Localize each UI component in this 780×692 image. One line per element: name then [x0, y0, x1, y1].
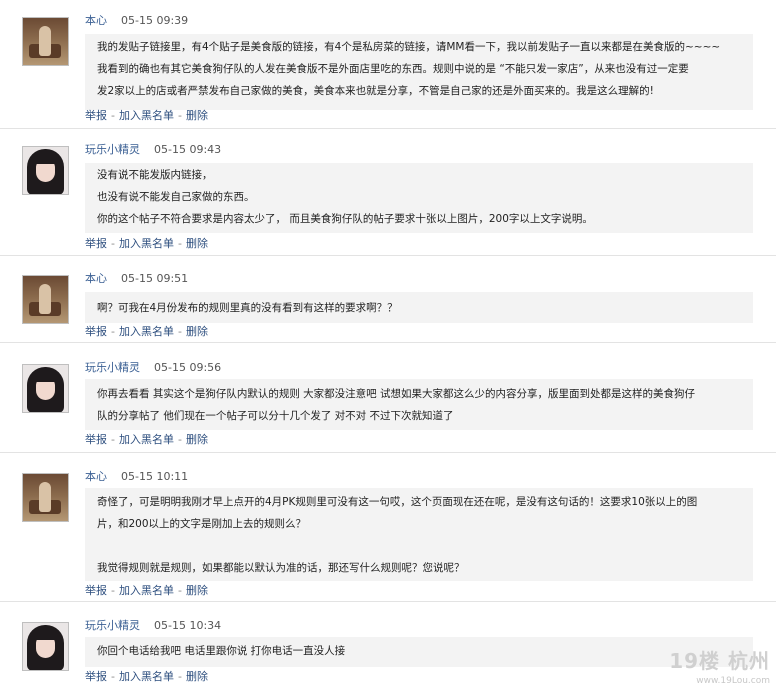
separator: - — [111, 584, 115, 597]
blacklist-link[interactable]: 加入黑名单 — [119, 237, 174, 250]
separator: - — [177, 109, 182, 122]
post-time: 05-15 10:11 — [121, 470, 189, 483]
report-link[interactable]: 举报 — [85, 325, 107, 338]
content-line: 你再去看看 其实这个是狗仔队内默认的规则 大家都没注意吧 试想如果大家都这么少的… — [97, 388, 696, 400]
separator: - — [177, 670, 182, 683]
separator: - — [111, 109, 115, 122]
report-link[interactable]: 举报 — [85, 670, 107, 683]
post-actions: 举报 - 加入黑名单 - 删除 — [85, 237, 208, 251]
reply-content: 啊？可我在4月份发布的规则里真的没有看到有这样的要求啊？？ — [85, 292, 753, 323]
separator: - — [111, 237, 115, 250]
delete-link[interactable]: 删除 — [186, 670, 208, 683]
content-line: 我看到的确也有其它美食狗仔队的人发在美食版不是外面店里吃的东西。规则中说的是 “… — [97, 63, 689, 75]
user-avatar[interactable] — [22, 473, 69, 522]
reply-content: 没有说不能发版内链接， 也没有说不能发自己家做的东西。 你的这个帖子不符合要求是… — [85, 163, 753, 233]
blacklist-link[interactable]: 加入黑名单 — [119, 325, 174, 338]
reply-post: 玩乐小精灵 05-15 09:43 没有说不能发版内链接， 也没有说不能发自己家做… — [0, 143, 776, 256]
user-avatar[interactable] — [22, 146, 69, 195]
blacklist-link[interactable]: 加入黑名单 — [119, 433, 174, 446]
post-time: 05-15 09:51 — [121, 272, 189, 285]
delete-link[interactable]: 删除 — [186, 584, 208, 597]
content-line — [97, 535, 753, 557]
user-avatar[interactable] — [22, 275, 69, 324]
delete-link[interactable]: 删除 — [186, 325, 208, 338]
content-line: 发2家以上的店或者严禁发布自己家做的美食，美食本来也就是分享，不管是自己家的还是… — [97, 85, 654, 97]
content-line: 你回个电话给我吧 电话里跟你说 打你电话一直没人接 — [97, 645, 346, 657]
separator: - — [177, 325, 182, 338]
author-name[interactable]: 本心 — [85, 470, 107, 483]
author-name[interactable]: 玩乐小精灵 — [85, 143, 140, 156]
report-link[interactable]: 举报 — [85, 433, 107, 446]
delete-link[interactable]: 删除 — [186, 433, 208, 446]
content-line: 队的分享帖了 他们现在一个帖子可以分十几个发了 对不对 不过下次就知道了 — [97, 410, 454, 422]
author-name[interactable]: 本心 — [85, 14, 107, 27]
reply-post: 本心 05-15 10:11 奇怪了，可是明明我刚才早上点开的4月PK规则里可没有… — [0, 470, 776, 602]
reply-content: 奇怪了，可是明明我刚才早上点开的4月PK规则里可没有这一句哎，这个页面现在还在呢… — [85, 488, 753, 581]
content-line: 没有说不能发版内链接， — [97, 169, 213, 181]
post-actions: 举报 - 加入黑名单 - 删除 — [85, 109, 208, 123]
report-link[interactable]: 举报 — [85, 584, 107, 597]
content-line: 也没有说不能发自己家做的东西。 — [97, 191, 255, 203]
reply-content: 你再去看看 其实这个是狗仔队内默认的规则 大家都没注意吧 试想如果大家都这么少的… — [85, 379, 753, 430]
blacklist-link[interactable]: 加入黑名单 — [119, 109, 174, 122]
post-time: 05-15 09:39 — [121, 14, 189, 27]
report-link[interactable]: 举报 — [85, 237, 107, 250]
content-line: 你的这个帖子不符合要求是内容太少了， 而且美食狗仔队的帖子要求十张以上图片，20… — [97, 213, 593, 225]
reply-post: 玩乐小精灵 05-15 09:56 你再去看看 其实这个是狗仔队内默认的规则 大家… — [0, 361, 776, 453]
content-line: 我觉得规则就是规则，如果都能以默认为准的话，那还写什么规则呢？您说呢？ — [97, 562, 465, 574]
content-line: 奇怪了，可是明明我刚才早上点开的4月PK规则里可没有这一句哎，这个页面现在还在呢… — [97, 496, 698, 508]
blacklist-link[interactable]: 加入黑名单 — [119, 670, 174, 683]
post-actions: 举报 - 加入黑名单 - 删除 — [85, 584, 208, 598]
author-name[interactable]: 玩乐小精灵 — [85, 361, 140, 374]
content-line: 啊？可我在4月份发布的规则里真的没有看到有这样的要求啊？？ — [97, 302, 398, 314]
post-actions: 举报 - 加入黑名单 - 删除 — [85, 325, 208, 339]
separator: - — [177, 433, 182, 446]
post-time: 05-15 10:34 — [154, 619, 222, 632]
user-avatar[interactable] — [22, 364, 69, 413]
post-actions: 举报 - 加入黑名单 - 删除 — [85, 433, 208, 447]
separator: - — [177, 584, 182, 597]
separator: - — [111, 433, 115, 446]
user-avatar[interactable] — [22, 17, 69, 66]
reply-content: 你回个电话给我吧 电话里跟你说 打你电话一直没人接 — [85, 637, 753, 667]
post-time: 05-15 09:43 — [154, 143, 222, 156]
separator: - — [111, 325, 115, 338]
content-line: 我的发贴子链接里，有4个贴子是美食版的链接，有4个是私房菜的链接，请MM看一下，… — [97, 41, 721, 53]
blacklist-link[interactable]: 加入黑名单 — [119, 584, 174, 597]
separator: - — [177, 237, 182, 250]
content-line: 片，和200以上的文字是刚加上去的规则么？ — [97, 518, 307, 530]
post-time: 05-15 09:56 — [154, 361, 222, 374]
watermark-url: www.19Lou.com — [696, 676, 770, 686]
delete-link[interactable]: 删除 — [186, 109, 208, 122]
watermark-brand: 19楼 杭州 — [669, 649, 770, 673]
author-name[interactable]: 本心 — [85, 272, 107, 285]
reply-post: 玩乐小精灵 05-15 10:34 你回个电话给我吧 电话里跟你说 打你电话一直没… — [0, 619, 776, 692]
reply-post: 本心 05-15 09:51 啊？可我在4月份发布的规则里真的没有看到有这样的要求… — [0, 272, 776, 343]
reply-content: 我的发贴子链接里，有4个贴子是美食版的链接，有4个是私房菜的链接，请MM看一下，… — [85, 34, 753, 110]
separator: - — [111, 670, 115, 683]
post-actions: 举报 - 加入黑名单 - 删除 — [85, 670, 208, 684]
author-name[interactable]: 玩乐小精灵 — [85, 619, 140, 632]
site-watermark: 19楼 杭州 www.19Lou.com — [669, 648, 770, 688]
reply-post: 本心 05-15 09:39 我的发贴子链接里，有4个贴子是美食版的链接，有4个是… — [0, 14, 776, 129]
user-avatar[interactable] — [22, 622, 69, 671]
report-link[interactable]: 举报 — [85, 109, 107, 122]
delete-link[interactable]: 删除 — [186, 237, 208, 250]
